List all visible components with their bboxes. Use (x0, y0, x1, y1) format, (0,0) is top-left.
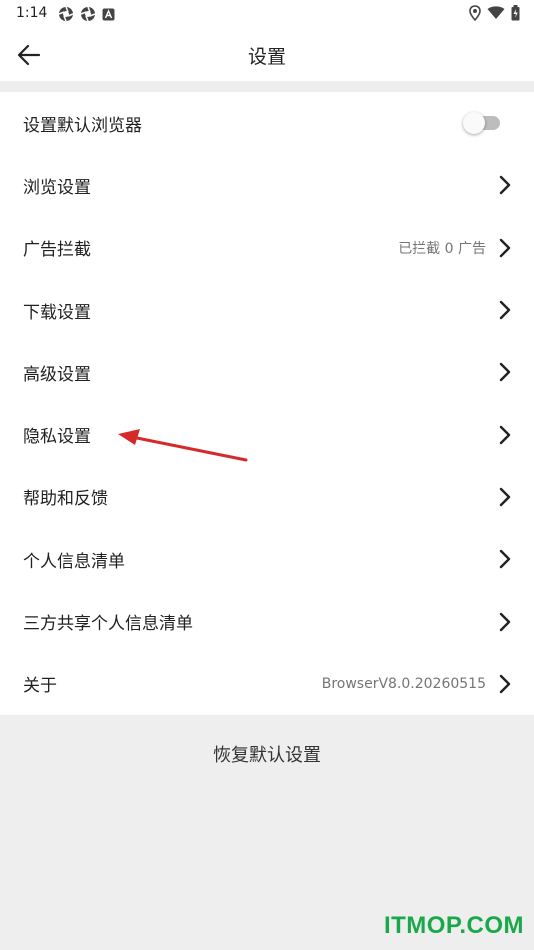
battery-icon (511, 5, 520, 21)
aperture-icon (80, 6, 96, 22)
settings-item-default-browser[interactable]: 设置默认浏览器 (0, 92, 534, 154)
chevron-right-icon (498, 175, 512, 195)
settings-item-label: 个人信息清单 (23, 551, 125, 572)
settings-item-label: 高级设置 (23, 364, 91, 385)
default-browser-toggle[interactable] (463, 112, 500, 135)
chevron-right-icon (498, 612, 512, 632)
settings-item-label: 设置默认浏览器 (23, 115, 142, 136)
chevron-right-icon (498, 300, 512, 320)
version-value: BrowserV8.0.20260515 (321, 675, 486, 692)
watermark-logo: ITMOP.COM (383, 912, 524, 939)
page-title: 设置 (247, 46, 286, 68)
chevron-right-icon (498, 549, 512, 569)
reset-defaults-button[interactable]: 恢复默认设置 (0, 741, 534, 767)
app-a-icon (102, 8, 115, 20)
settings-item-label: 下载设置 (23, 302, 91, 323)
settings-item-privacy[interactable]: 隐私设置 (0, 403, 534, 465)
settings-item-browse[interactable]: 浏览设置 (0, 154, 534, 216)
status-bar: 1:14 (0, 0, 534, 28)
aperture-icon (58, 6, 74, 22)
settings-item-personal-info[interactable]: 个人信息清单 (0, 528, 534, 590)
notification-icons (58, 6, 115, 22)
app-toolbar: 设置 (0, 28, 534, 81)
settings-item-label: 隐私设置 (23, 427, 91, 448)
settings-item-advanced[interactable]: 高级设置 (0, 341, 534, 403)
wifi-icon (487, 6, 505, 19)
settings-item-about[interactable]: 关于 BrowserV8.0.20260515 (0, 653, 534, 715)
chevron-right-icon (498, 362, 512, 382)
chevron-right-icon (498, 487, 512, 507)
settings-item-label: 三方共享个人信息清单 (23, 614, 193, 635)
location-icon (469, 5, 481, 21)
settings-item-label: 帮助和反馈 (23, 489, 108, 510)
system-icons (469, 5, 520, 21)
settings-item-label: 浏览设置 (23, 177, 91, 198)
settings-item-label: 关于 (23, 676, 57, 697)
annotation-arrow-icon (118, 429, 248, 462)
settings-item-help[interactable]: 帮助和反馈 (0, 466, 534, 528)
settings-item-label: 广告拦截 (23, 240, 91, 261)
settings-item-third-party[interactable]: 三方共享个人信息清单 (0, 590, 534, 652)
settings-item-download[interactable]: 下载设置 (0, 279, 534, 341)
adblock-count: 已拦截 0 广告 (398, 240, 486, 257)
chevron-right-icon (498, 238, 512, 258)
status-time: 1:14 (16, 5, 48, 21)
toggle-knob (463, 112, 485, 135)
settings-item-adblock[interactable]: 广告拦截 已拦截 0 广告 (0, 217, 534, 279)
chevron-right-icon (498, 425, 512, 445)
settings-list: 设置默认浏览器 浏览设置 广告拦截 已拦截 0 广告 下载设置 高级设置 隐私设… (0, 92, 534, 715)
section-divider (0, 81, 534, 92)
chevron-right-icon (498, 674, 512, 694)
